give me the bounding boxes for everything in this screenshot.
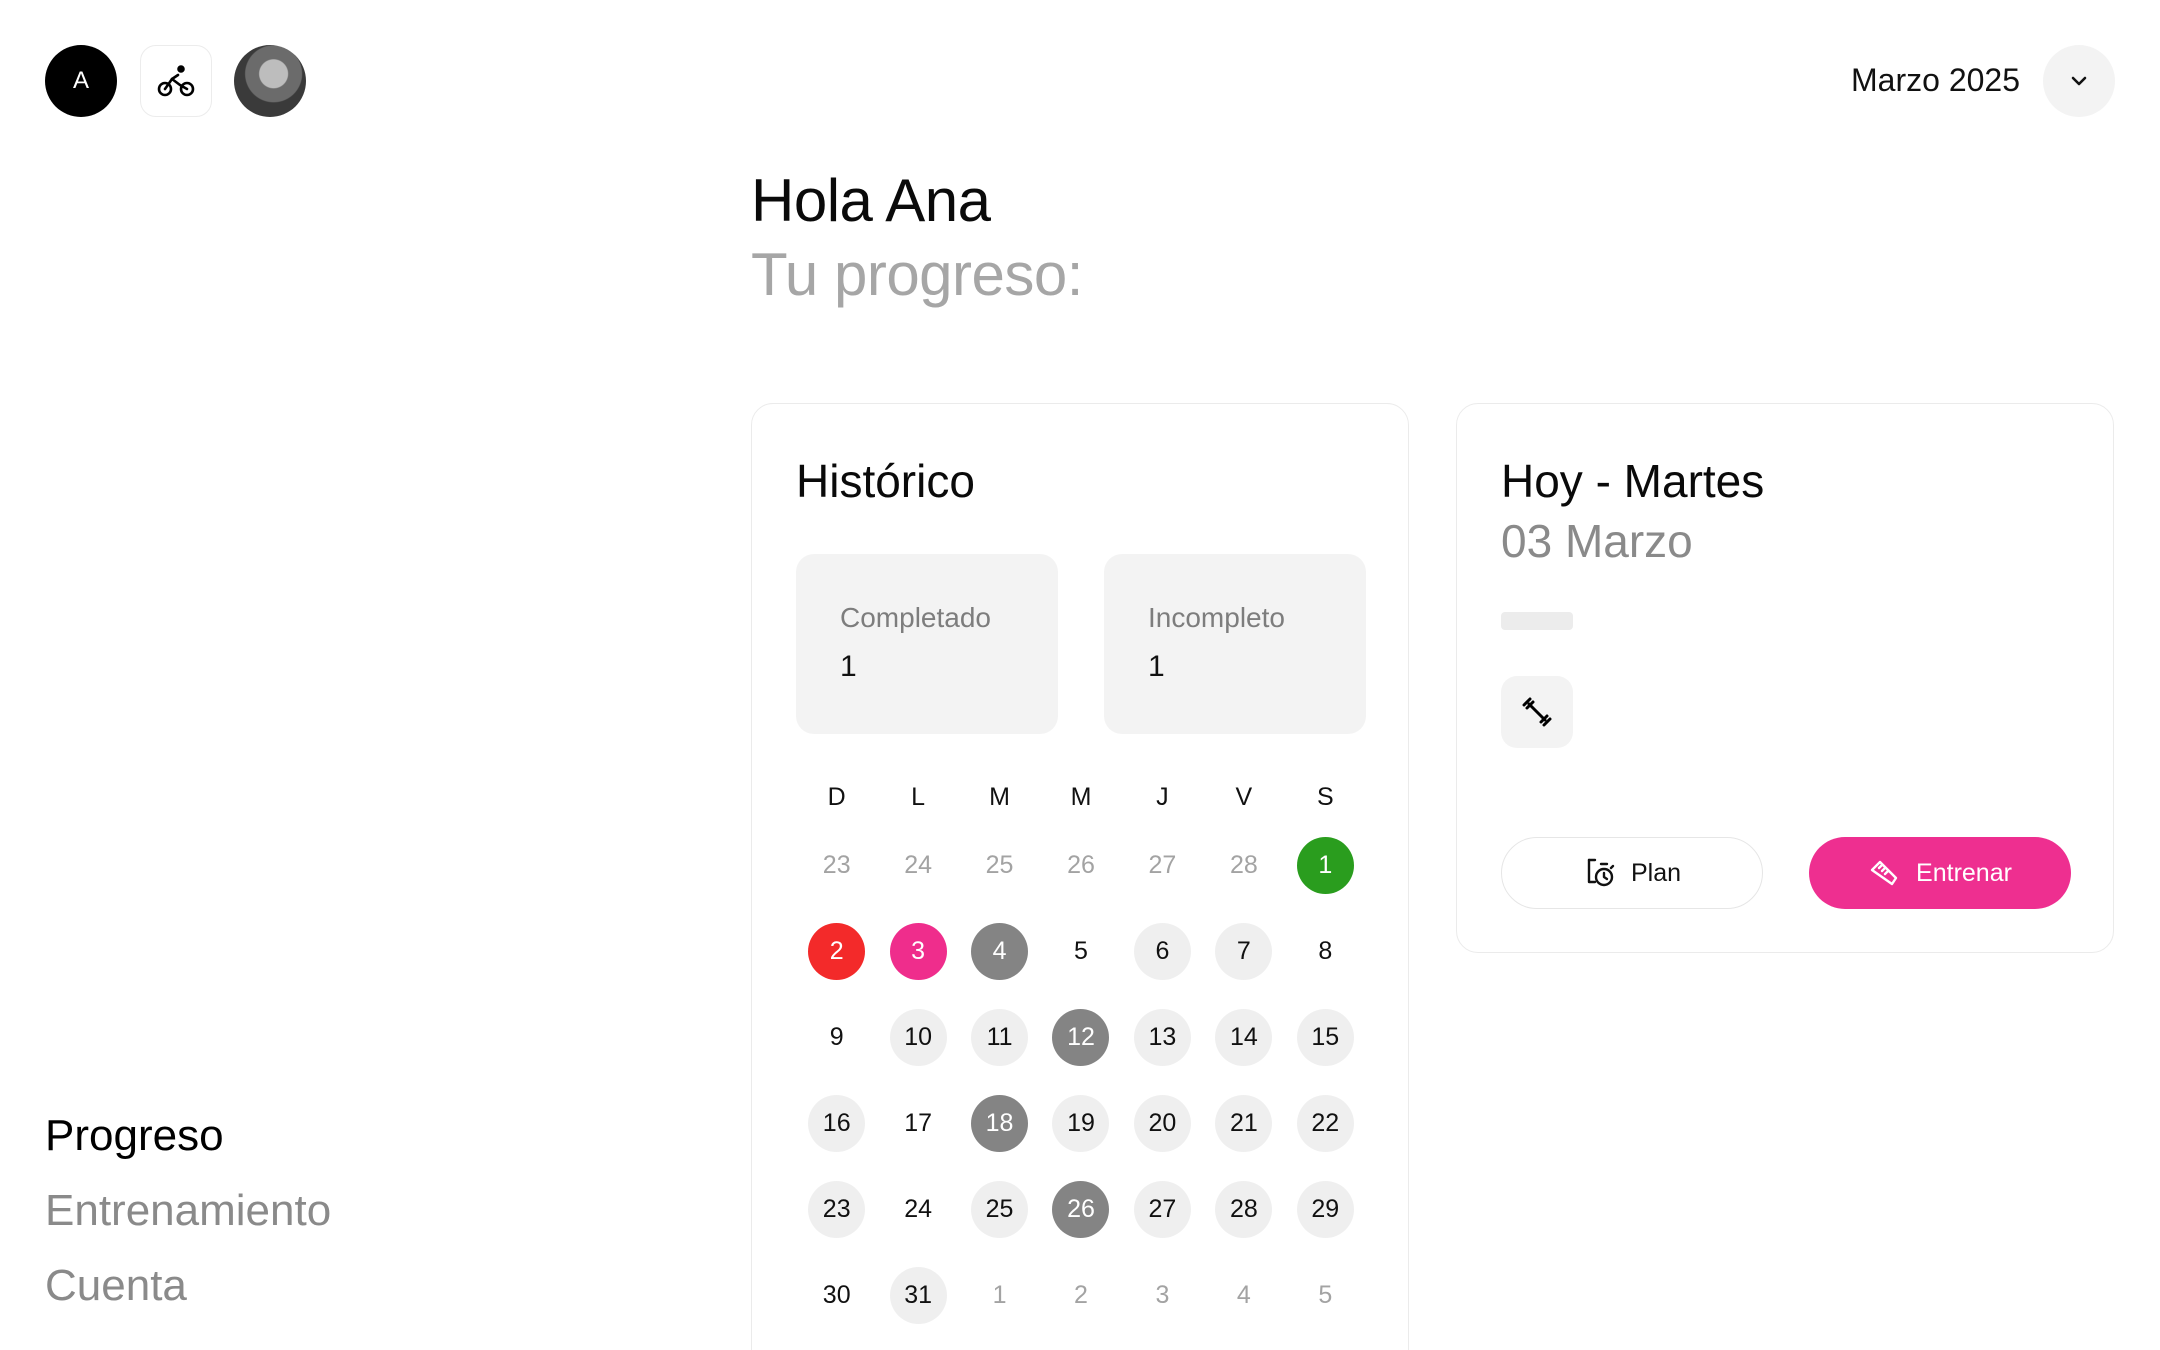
calendar-week-row: 9 10 11 12 13 14 15 xyxy=(796,994,1366,1080)
calendar-day[interactable]: 30 xyxy=(808,1267,865,1324)
nav-item-cuenta[interactable]: Cuenta xyxy=(45,1248,331,1323)
bicycle-icon xyxy=(157,65,195,97)
completed-value: 1 xyxy=(840,650,857,683)
plan-button-label: Plan xyxy=(1630,858,1682,887)
calendar-day[interactable]: 26 xyxy=(1052,1180,1110,1238)
sneaker-icon xyxy=(1870,860,1898,886)
calendar-day[interactable]: 19 xyxy=(1052,1094,1110,1152)
incomplete-label: Incompleto xyxy=(1148,602,1285,633)
plan-button[interactable]: Plan xyxy=(1501,837,1763,909)
weekday-label: S xyxy=(1316,782,1334,811)
weekday-label: M xyxy=(1070,782,1092,811)
activity-switch-button[interactable] xyxy=(140,45,212,117)
weekday-label: M xyxy=(989,782,1010,811)
calendar-day[interactable]: 28 xyxy=(1215,837,1272,894)
weekday-label: J xyxy=(1156,782,1169,811)
greeting-subtitle: Tu progreso: xyxy=(751,241,1083,308)
calendar-day[interactable]: 13 xyxy=(1133,1008,1191,1066)
calendar-day[interactable]: 14 xyxy=(1215,1008,1273,1066)
calendar-day[interactable]: 2 xyxy=(808,922,866,980)
calendar-day[interactable]: 27 xyxy=(1134,837,1191,894)
plan-stopwatch-icon xyxy=(1587,858,1615,887)
calendar-day[interactable]: 8 xyxy=(1297,923,1354,980)
calendar-day[interactable]: 1 xyxy=(971,1267,1028,1324)
completed-label: Completado xyxy=(840,602,991,633)
calendar-day[interactable]: 23 xyxy=(808,837,865,894)
calendar-day[interactable]: 23 xyxy=(808,1180,866,1238)
calendar-day[interactable]: 24 xyxy=(890,1181,947,1238)
calendar-day[interactable]: 27 xyxy=(1133,1180,1191,1238)
calendar-day[interactable]: 29 xyxy=(1296,1180,1354,1238)
calendar-week-row: 23 24 25 26 27 28 29 xyxy=(796,1166,1366,1252)
calendar-week-row: 30 31 1 2 3 4 5 xyxy=(796,1252,1366,1338)
calendar-week-row: 2345678 xyxy=(796,908,1366,994)
calendar-day[interactable]: 1 xyxy=(1296,836,1354,894)
calendar-week-row: 16 17 18 19 20 21 22 xyxy=(796,1080,1366,1166)
train-button[interactable]: Entrenar xyxy=(1809,837,2071,909)
user-initial-avatar[interactable]: A xyxy=(45,45,117,117)
calendar-day[interactable]: 24 xyxy=(890,837,947,894)
calendar-weekday-header: D L M M J V S xyxy=(796,772,1366,822)
calendar-day[interactable]: 7 xyxy=(1215,922,1273,980)
calendar-day[interactable]: 21 xyxy=(1215,1094,1273,1152)
calendar-day[interactable]: 6 xyxy=(1133,922,1191,980)
calendar-day[interactable]: 26 xyxy=(1052,837,1109,894)
calendar-day[interactable]: 4 xyxy=(971,922,1029,980)
calendar-day[interactable]: 10 xyxy=(889,1008,947,1066)
today-card: Hoy - Martes 03 Marzo Plan Entrenar xyxy=(1456,403,2114,953)
profile-photo-avatar[interactable] xyxy=(234,45,306,117)
calendar-day[interactable]: 20 xyxy=(1133,1094,1191,1152)
history-card: Histórico Completado 1 Incompleto 1 D L … xyxy=(751,403,1409,1350)
calendar-day[interactable]: 18 xyxy=(971,1094,1029,1152)
history-title: Histórico xyxy=(796,455,975,507)
train-button-label: Entrenar xyxy=(1916,858,2012,887)
calendar-week-row: 23 24 25 26 27 28 1 xyxy=(796,822,1366,908)
today-placeholder-bar xyxy=(1501,612,1573,630)
calendar-day[interactable]: 9 xyxy=(808,1009,865,1066)
calendar-grid: D L M M J V S 23 24 25 26 27 28 1 2 3 4 5 6 7 8 9 10 11 1… xyxy=(796,772,1366,1338)
weekday-label: L xyxy=(911,782,926,811)
weekday-label: V xyxy=(1235,782,1253,811)
calendar-day[interactable]: 16 xyxy=(808,1094,866,1152)
calendar-day[interactable]: 4 xyxy=(1215,1267,1272,1324)
today-title: Hoy - Martes xyxy=(1501,455,1765,507)
calendar-day[interactable]: 3 xyxy=(1134,1267,1191,1324)
weekday-label: D xyxy=(827,782,846,811)
side-nav: Progreso Entrenamiento Cuenta xyxy=(45,1098,331,1323)
nav-item-progreso[interactable]: Progreso xyxy=(45,1098,331,1173)
calendar-day[interactable]: 25 xyxy=(971,837,1028,894)
month-dropdown-button[interactable] xyxy=(2043,45,2115,117)
calendar-day[interactable]: 5 xyxy=(1052,923,1109,980)
calendar-day[interactable]: 15 xyxy=(1296,1008,1354,1066)
workout-type-badge xyxy=(1501,676,1573,748)
calendar-day[interactable]: 2 xyxy=(1052,1267,1109,1324)
calendar-day[interactable]: 28 xyxy=(1215,1180,1273,1238)
completed-stat: Completado 1 xyxy=(796,554,1058,734)
chevron-down-icon xyxy=(2071,76,2087,86)
calendar-day[interactable]: 3 xyxy=(889,922,947,980)
calendar-weeks: 23 24 25 26 27 28 1 2 3 4 5 6 7 8 9 10 11 12 13 14 15 16 17 18 1… xyxy=(796,822,1366,1338)
today-date: 03 Marzo xyxy=(1501,515,1693,567)
incomplete-stat: Incompleto 1 xyxy=(1104,554,1366,734)
calendar-day[interactable]: 31 xyxy=(889,1266,947,1324)
month-selector-label[interactable]: Marzo 2025 xyxy=(1851,62,2020,99)
calendar-day[interactable]: 5 xyxy=(1297,1267,1354,1324)
nav-item-entrenamiento[interactable]: Entrenamiento xyxy=(45,1173,331,1248)
calendar-day[interactable]: 11 xyxy=(971,1008,1029,1066)
calendar-day[interactable]: 17 xyxy=(890,1095,947,1152)
dumbbell-icon xyxy=(1522,697,1552,727)
calendar-day[interactable]: 25 xyxy=(971,1180,1029,1238)
greeting-title: Hola Ana xyxy=(751,167,991,234)
incomplete-value: 1 xyxy=(1148,650,1165,683)
calendar-day[interactable]: 12 xyxy=(1052,1008,1110,1066)
calendar-day[interactable]: 22 xyxy=(1296,1094,1354,1152)
